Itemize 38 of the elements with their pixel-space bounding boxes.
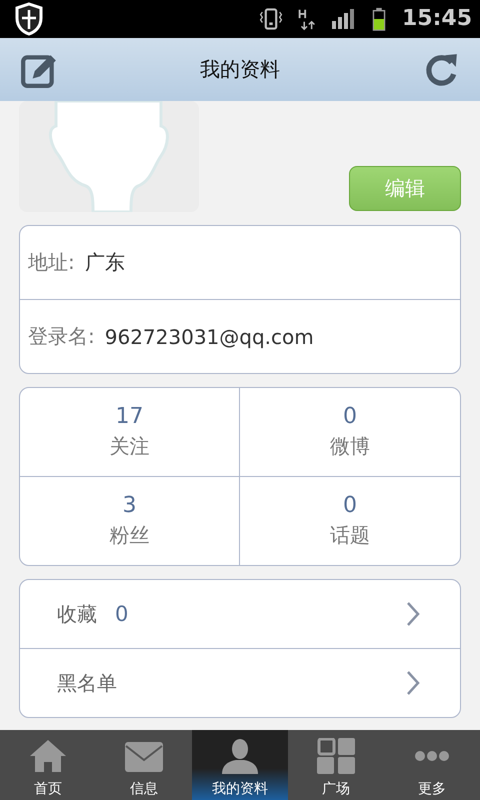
field-label: 地址: [28,249,75,276]
avatar-silhouette-icon [19,101,199,212]
stat-label: 微博 [330,433,370,460]
tab[interactable]: 更多 [384,730,480,800]
stat-cell[interactable]: 0 微博 [240,388,460,476]
chevron-icon [406,670,420,696]
menu-count: 0 [115,602,128,626]
shield-icon [14,2,44,36]
field-label: 登录名: [28,323,95,350]
stat-label: 关注 [110,433,150,460]
stat-label: 粉丝 [110,522,150,550]
stat-count: 0 [343,493,357,518]
grid-icon [316,738,356,774]
more-icon [415,751,449,761]
vibrate-icon [258,6,284,31]
menu-item[interactable]: 收藏 0 [20,580,460,648]
home-icon [28,738,68,774]
stat-count: 17 [116,404,144,430]
menu-label: 黑名单 [57,670,117,697]
tab[interactable]: 信息 [96,730,192,800]
stat-cell[interactable]: 17 关注 [20,388,240,476]
menu-label: 收藏 [57,600,97,628]
signal-icon [330,6,356,31]
tab[interactable]: 我的资料 [192,730,288,800]
tab[interactable]: 首页 [0,730,96,800]
stat-count: 3 [122,493,136,518]
stat-cell[interactable]: 0 话题 [240,476,460,566]
chevron-icon [406,601,420,628]
field-value: 广东 [84,249,125,276]
person-icon [220,738,260,774]
tab[interactable]: 广场 [288,730,384,800]
clock-time: 15:45 [402,6,472,32]
menu-item[interactable]: 黑名单 [20,648,460,718]
stat-label: 话题 [330,522,370,550]
page-title: 我的资料 [200,56,280,84]
field-value: 962723031@qq.com [104,324,314,349]
stat-count: 0 [343,404,357,430]
stat-cell[interactable]: 3 粉丝 [20,476,240,566]
